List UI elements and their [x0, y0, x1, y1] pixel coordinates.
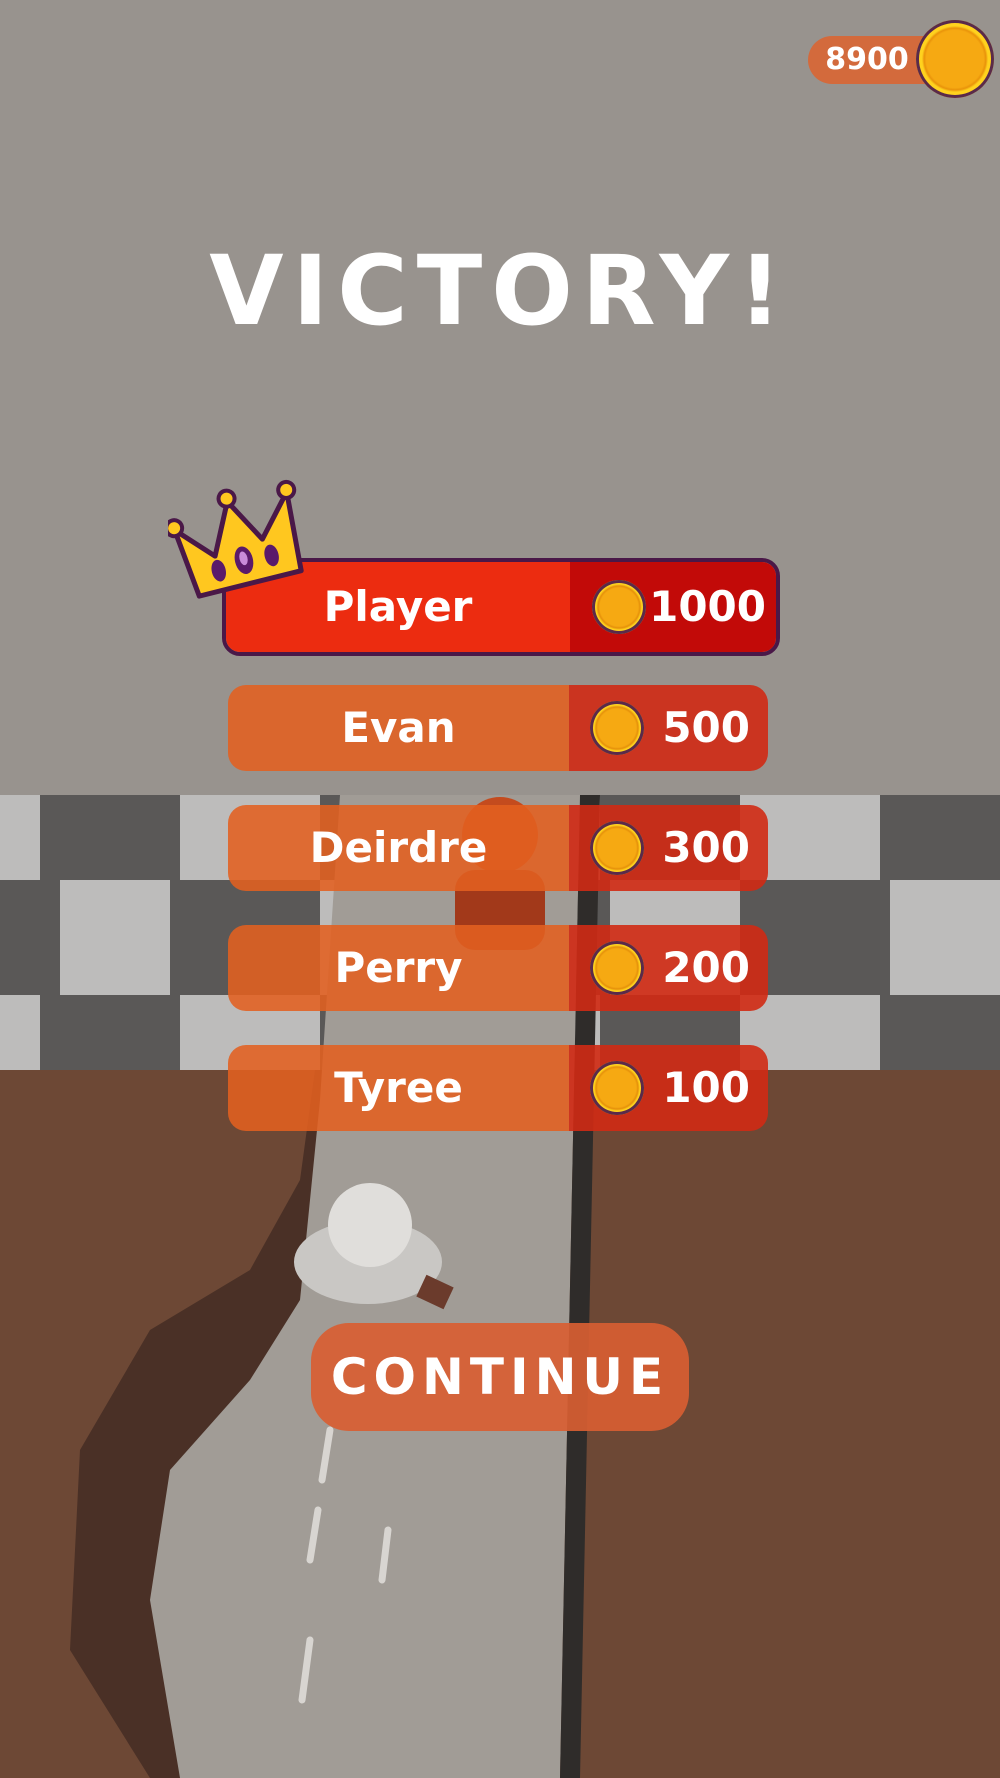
coin-icon: [590, 821, 644, 875]
player-score: 1000: [649, 582, 766, 631]
crown-icon: [168, 479, 304, 599]
leaderboard: Player 1000 Evan 500 Deirdre 300 Perry 2…: [0, 0, 1000, 1778]
player-name: Deirdre: [309, 823, 488, 872]
coin-icon: [590, 1061, 644, 1115]
coin-icon: [590, 701, 644, 755]
leaderboard-row: Perry 200: [228, 925, 768, 1011]
game-screen: 8900 VICTORY! Player 1000 Evan 500 Deird…: [0, 0, 1000, 1778]
leaderboard-row: Deirdre 300: [228, 805, 768, 891]
player-name: Perry: [334, 943, 463, 992]
leaderboard-row: Tyree 100: [228, 1045, 768, 1131]
continue-button[interactable]: CONTINUE: [311, 1323, 689, 1431]
player-name: Evan: [341, 703, 456, 752]
player-name: Tyree: [334, 1063, 463, 1112]
leaderboard-row: Evan 500: [228, 685, 768, 771]
player-score: 300: [662, 823, 750, 872]
player-score: 500: [662, 703, 750, 752]
player-score: 200: [662, 943, 750, 992]
player-score: 100: [662, 1063, 750, 1112]
coin-icon: [592, 580, 646, 634]
coin-icon: [590, 941, 644, 995]
